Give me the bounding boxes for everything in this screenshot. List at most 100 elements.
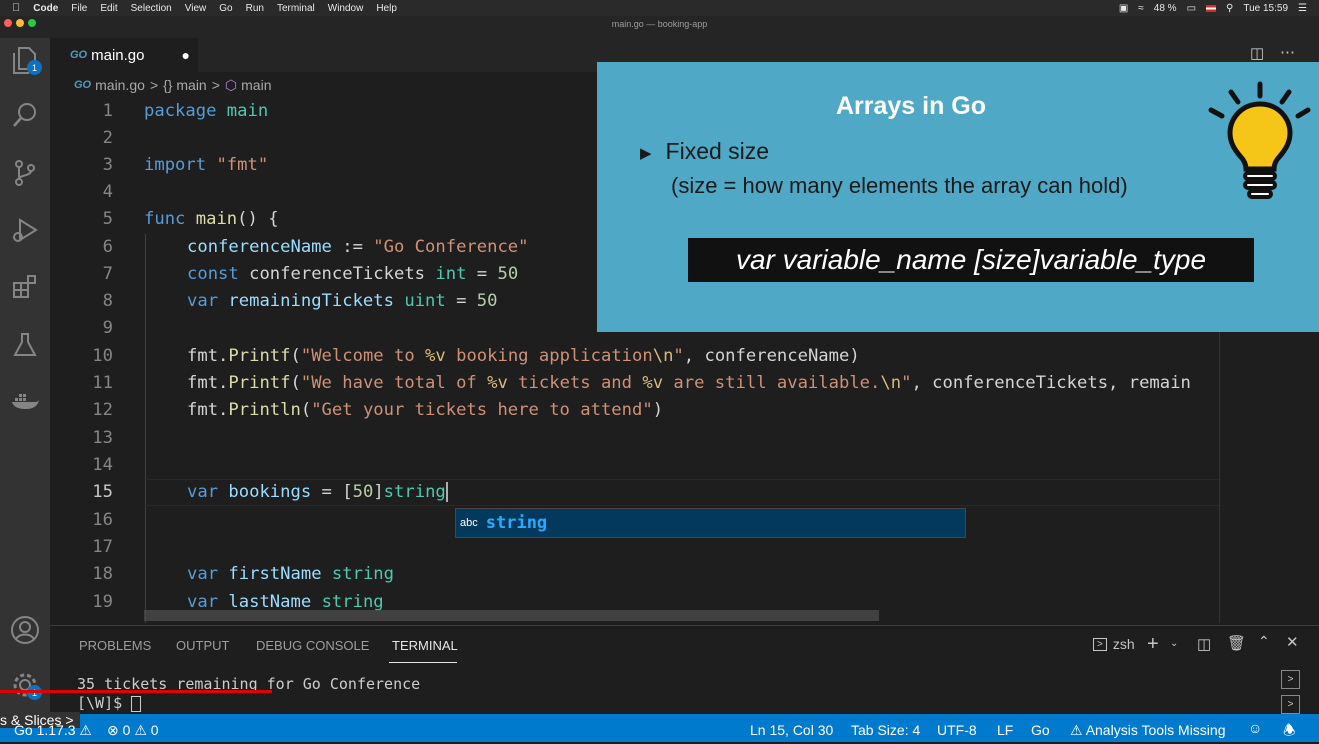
wifi-icon[interactable]: ≈ bbox=[1138, 3, 1144, 14]
file-encoding[interactable]: UTF-8 bbox=[937, 722, 977, 738]
autocomplete-suggestion[interactable]: abc string bbox=[455, 508, 966, 538]
code-line: 17 bbox=[50, 534, 1319, 561]
spotlight-icon[interactable]: ⚲ bbox=[1226, 3, 1233, 14]
line-number: 1 bbox=[102, 101, 113, 121]
menu-run[interactable]: Run bbox=[246, 3, 264, 14]
terminal-list-icon[interactable]: > bbox=[1281, 695, 1300, 714]
control-center-icon[interactable]: ☰ bbox=[1298, 3, 1307, 14]
docker-button[interactable] bbox=[8, 385, 42, 419]
line-number: 19 bbox=[92, 592, 113, 612]
terminal-prompt[interactable]: [\W]$ bbox=[77, 694, 142, 712]
code-line: 10 fmt.Printf("Welcome to %v booking appl… bbox=[50, 343, 1319, 370]
line-number: 8 bbox=[102, 291, 113, 311]
mac-menubar:  Code File Edit Selection View Go Run T… bbox=[0, 0, 1319, 16]
extensions-button[interactable] bbox=[8, 270, 42, 304]
menu-window[interactable]: Window bbox=[328, 3, 364, 14]
accounts-button[interactable] bbox=[8, 613, 42, 647]
status-bar: s & Slices > Go 1.17.3 ⚠ ⊗ 0 ⚠ 0 Ln 15, … bbox=[0, 712, 1319, 744]
code-line: 14 bbox=[50, 452, 1319, 479]
apple-icon[interactable]:  bbox=[12, 2, 20, 14]
line-number: 4 bbox=[102, 182, 113, 202]
line-number: 14 bbox=[92, 455, 113, 475]
menu-edit[interactable]: Edit bbox=[100, 3, 117, 14]
close-panel-icon[interactable]: ✕ bbox=[1286, 633, 1299, 651]
activity-bar: 1 1 bbox=[0, 38, 50, 714]
cursor-position[interactable]: Ln 15, Col 30 bbox=[750, 722, 833, 738]
video-progress-bar[interactable] bbox=[0, 690, 272, 693]
battery-icon[interactable]: ▭ bbox=[1187, 3, 1196, 14]
end-of-line[interactable]: LF bbox=[997, 722, 1013, 738]
tab-terminal[interactable]: TERMINAL bbox=[392, 638, 458, 653]
battery-percent: 48 % bbox=[1153, 2, 1177, 14]
warning-icon: ⚠ bbox=[79, 722, 92, 738]
line-number: 18 bbox=[92, 564, 113, 584]
slide-bullet: ▶ Fixed size bbox=[640, 138, 770, 164]
text-cursor bbox=[445, 482, 448, 502]
explorer-button[interactable]: 1 bbox=[8, 43, 42, 77]
line-number: 3 bbox=[102, 155, 113, 175]
unsaved-dot-icon[interactable]: ● bbox=[182, 47, 190, 63]
triangle-bullet-icon: ▶ bbox=[640, 144, 652, 162]
run-debug-button[interactable] bbox=[8, 213, 42, 247]
tab-size[interactable]: Tab Size: 4 bbox=[851, 722, 920, 738]
code-line: 13 bbox=[50, 425, 1319, 452]
menu-file[interactable]: File bbox=[71, 3, 87, 14]
feedback-icon[interactable]: ☺ bbox=[1248, 720, 1262, 736]
lightbulb-icon bbox=[1208, 81, 1311, 199]
breadcrumb-package[interactable]: {} main bbox=[163, 77, 207, 93]
screen-icon[interactable]: ▣ bbox=[1119, 3, 1128, 14]
go-version[interactable]: Go 1.17.3 ⚠ bbox=[14, 722, 92, 739]
new-terminal-icon[interactable]: + bbox=[1147, 633, 1159, 656]
source-control-button[interactable] bbox=[8, 156, 42, 190]
split-editor-icon[interactable]: ◫ bbox=[1250, 44, 1264, 62]
horizontal-scrollbar[interactable] bbox=[144, 610, 879, 621]
active-tab-underline bbox=[389, 662, 457, 663]
tab-label: main.go bbox=[91, 46, 145, 64]
menu-help[interactable]: Help bbox=[376, 3, 397, 14]
terminal-icon: > bbox=[1093, 637, 1107, 651]
line-number: 9 bbox=[102, 318, 113, 338]
terminal-selector[interactable]: > zsh bbox=[1093, 636, 1135, 652]
line-number: 17 bbox=[92, 537, 113, 557]
cube-icon: ⬡ bbox=[224, 76, 238, 93]
tab-main-go[interactable]: GO main.go ● bbox=[50, 38, 198, 72]
analysis-tools-warning[interactable]: ⚠ Analysis Tools Missing bbox=[1070, 722, 1225, 739]
tab-debug-console[interactable]: DEBUG CONSOLE bbox=[256, 638, 369, 653]
more-actions-icon[interactable]: ⋯ bbox=[1280, 43, 1295, 61]
terminal-list-icon[interactable]: > bbox=[1281, 670, 1300, 689]
tab-output[interactable]: OUTPUT bbox=[176, 638, 229, 653]
menu-go[interactable]: Go bbox=[219, 3, 232, 14]
line-number: 15 bbox=[92, 482, 113, 502]
breadcrumb-function[interactable]: main bbox=[241, 77, 271, 93]
testing-button[interactable] bbox=[8, 328, 42, 362]
chevron-right-icon: > bbox=[211, 77, 220, 93]
chevron-down-icon[interactable]: ⌄ bbox=[1170, 638, 1178, 649]
app-menu[interactable]: Code bbox=[33, 3, 58, 14]
problems-count[interactable]: ⊗ 0 ⚠ 0 bbox=[107, 722, 159, 739]
flask-icon bbox=[13, 333, 37, 356]
window-titlebar: main.go — booking-app bbox=[0, 16, 1319, 38]
explorer-badge: 1 bbox=[27, 60, 42, 75]
trash-icon[interactable]: 🗑 bbox=[1227, 634, 1246, 652]
slide-subtext: (size = how many elements the array can … bbox=[671, 173, 1128, 198]
tab-problems[interactable]: PROBLEMS bbox=[79, 638, 151, 653]
search-button[interactable] bbox=[8, 98, 42, 132]
menu-view[interactable]: View bbox=[185, 3, 207, 14]
lesson-slide-overlay: Arrays in Go ▶ Fixed size (size = how man… bbox=[597, 62, 1319, 332]
menu-selection[interactable]: Selection bbox=[131, 3, 172, 14]
language-mode[interactable]: Go bbox=[1031, 722, 1050, 738]
run-debug-icon bbox=[13, 218, 38, 242]
line-number: 6 bbox=[102, 237, 113, 257]
manage-button[interactable]: 1 bbox=[8, 668, 42, 702]
bell-icon[interactable]: 🕭 bbox=[1283, 720, 1296, 744]
slide-syntax-box: var variable_name [size]variable_type bbox=[688, 238, 1254, 282]
chevron-up-icon[interactable]: ⌃ bbox=[1258, 633, 1270, 650]
code-line: 15 var bookings = [50]string bbox=[50, 479, 1319, 506]
menu-terminal[interactable]: Terminal bbox=[277, 3, 315, 14]
warning-icon: ⚠ bbox=[1070, 722, 1083, 738]
flag-icon[interactable] bbox=[1206, 4, 1217, 12]
window-title: main.go — booking-app bbox=[611, 19, 708, 29]
search-icon bbox=[13, 103, 36, 127]
breadcrumb-file[interactable]: main.go bbox=[95, 77, 145, 93]
split-terminal-icon[interactable]: ◫ bbox=[1197, 635, 1211, 653]
